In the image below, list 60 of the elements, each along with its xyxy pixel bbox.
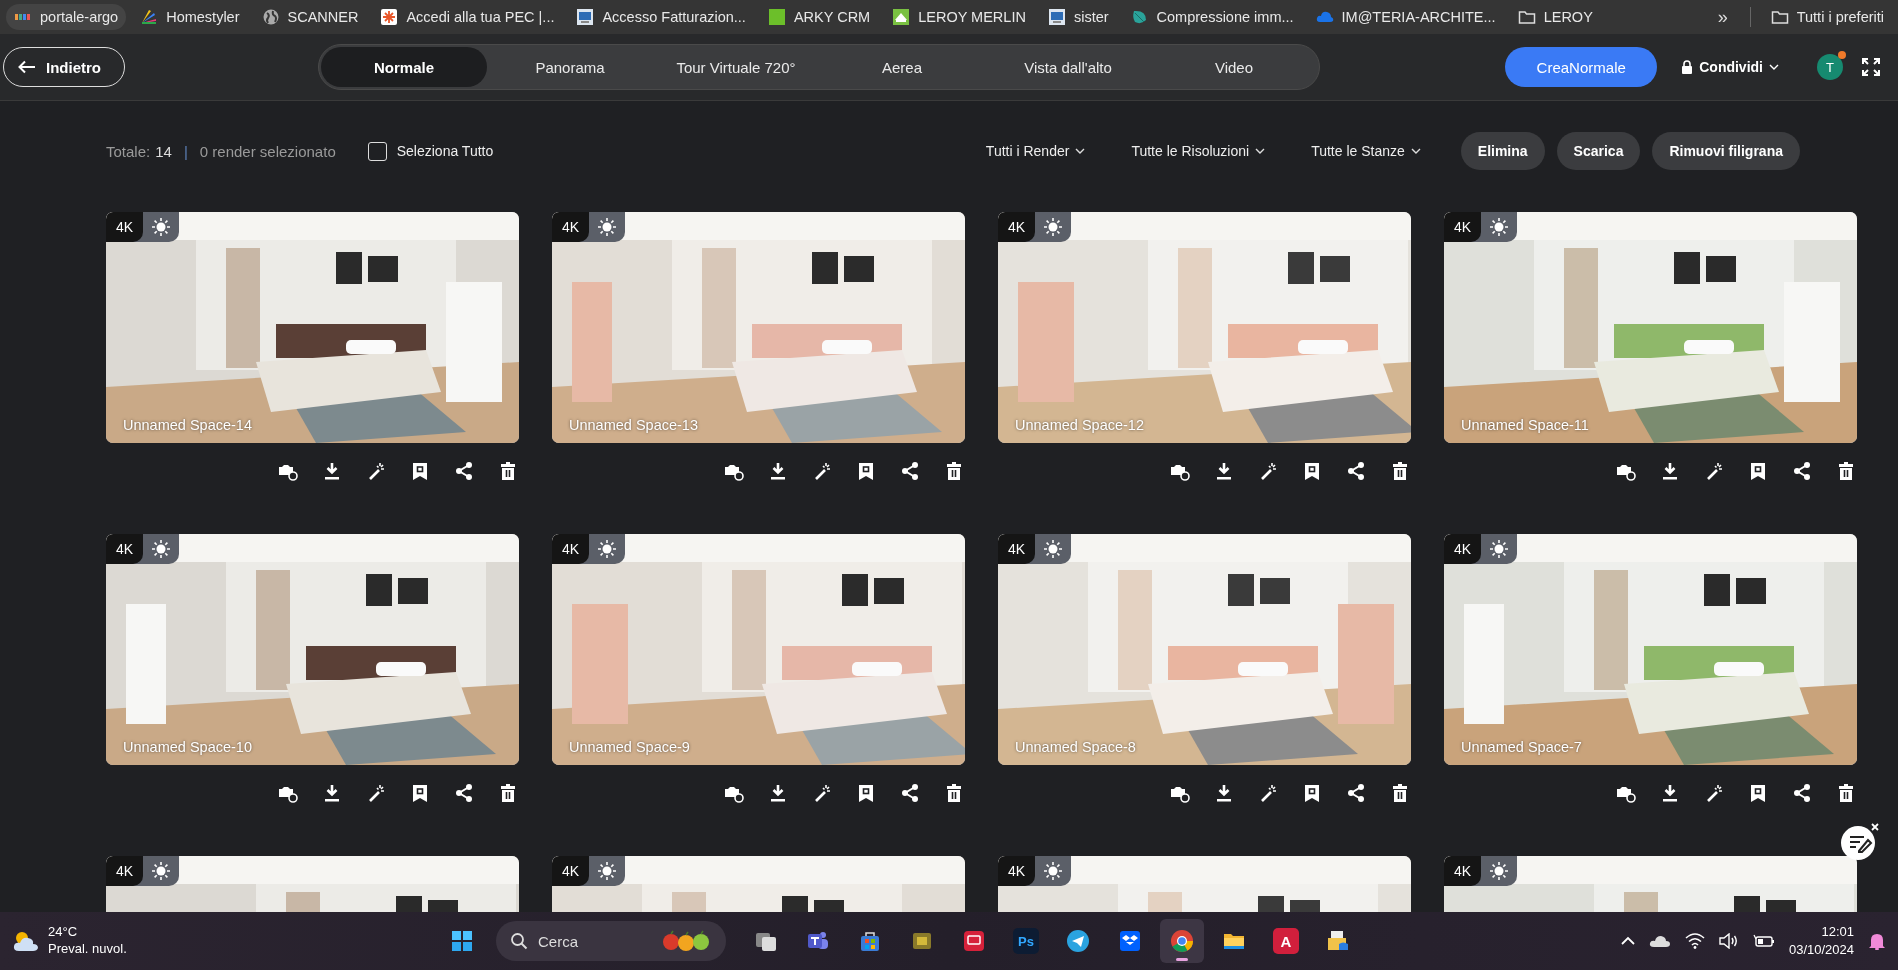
bookmark-folder[interactable]: Tutti i preferiti <box>1762 4 1892 30</box>
bookmark[interactable]: IM@TERIA-ARCHITE... <box>1307 4 1504 30</box>
search-field[interactable]: Cerca <box>496 921 726 961</box>
bookmark[interactable]: LEROY MERLIN <box>884 4 1034 30</box>
bookmark[interactable]: SCANNER <box>253 4 367 30</box>
bookmark[interactable]: ARKY CRM <box>759 4 879 30</box>
resolution-badge: 4K <box>106 212 144 242</box>
user-avatar[interactable]: T <box>1817 54 1843 80</box>
resolution-badge: 4K <box>998 534 1036 564</box>
clock-date[interactable]: 03/10/2024 <box>1788 941 1854 959</box>
render-name: Unnamed Space-12 <box>1015 417 1144 433</box>
action-button[interactable]: Elimina <box>1460 132 1545 170</box>
bookmark[interactable]: Accesso Fatturazion... <box>568 4 754 30</box>
total-label: Totale: <box>106 142 151 160</box>
weather-description: Preval. nuvol. <box>48 941 127 958</box>
render-name: Unnamed Space-14 <box>123 417 252 433</box>
resolution-badge: 4K <box>106 534 144 564</box>
bookmark[interactable]: Accedi alla tua PEC |... <box>372 4 563 30</box>
resolution-badge: 4K <box>1444 856 1482 886</box>
create-button[interactable]: CreaNormale <box>1505 47 1658 87</box>
bookmark[interactable]: sister <box>1039 4 1117 30</box>
resolution-badge: 4K <box>1444 534 1482 564</box>
selected-count: 0 render selezionato <box>199 142 336 160</box>
resolution-badge: 4K <box>106 856 144 886</box>
render-name: Unnamed Space-10 <box>123 739 252 755</box>
separator: | <box>183 142 188 160</box>
taskbar-app[interactable]: Ps <box>1004 919 1048 963</box>
view-tab[interactable]: Aerea <box>819 47 985 87</box>
resolution-badge: 4K <box>552 534 590 564</box>
bookmark[interactable]: Compressione imm... <box>1122 4 1302 30</box>
temperature: 24°C <box>48 924 79 941</box>
view-tab[interactable]: Normale <box>321 47 487 87</box>
view-tab[interactable]: Vista dall'alto <box>985 47 1151 87</box>
bookmark[interactable]: Homestyler <box>132 4 248 30</box>
total-count: 14 <box>155 142 172 160</box>
bookmark[interactable]: portale-argo <box>6 4 127 30</box>
more-bookmarks-button[interactable]: » <box>1707 6 1738 28</box>
action-button[interactable]: Rimuovi filigrana <box>1652 132 1800 170</box>
action-button[interactable]: Scarica <box>1556 132 1641 170</box>
filter-dropdown[interactable]: Tutte le Risoluzioni <box>1125 142 1272 160</box>
view-tab[interactable]: Panorama <box>487 47 653 87</box>
resolution-badge: 4K <box>552 212 590 242</box>
filter-dropdown[interactable]: Tutte le Stanze <box>1305 142 1427 160</box>
taskbar-app[interactable]: A <box>1264 919 1308 963</box>
render-name: Unnamed Space-9 <box>569 739 690 755</box>
resolution-badge: 4K <box>552 856 590 886</box>
view-tab[interactable]: Video <box>1151 47 1317 87</box>
resolution-badge: 4K <box>1444 212 1482 242</box>
clock-time[interactable]: 12:01 <box>1788 923 1854 941</box>
bookmark[interactable]: LEROY <box>1509 4 1601 30</box>
render-name: Unnamed Space-7 <box>1461 739 1582 755</box>
share-button[interactable]: Condividi <box>1675 58 1785 76</box>
view-tab[interactable]: Tour Virtuale 720° <box>653 47 819 87</box>
select-all-checkbox[interactable]: Seleziona Tutto <box>361 140 500 162</box>
resolution-badge: 4K <box>998 856 1036 886</box>
render-name: Unnamed Space-13 <box>569 417 698 433</box>
filter-dropdown[interactable]: Tutti i Render <box>979 142 1092 160</box>
render-name: Unnamed Space-8 <box>1015 739 1136 755</box>
render-name: Unnamed Space-11 <box>1461 417 1589 433</box>
resolution-badge: 4K <box>998 212 1036 242</box>
